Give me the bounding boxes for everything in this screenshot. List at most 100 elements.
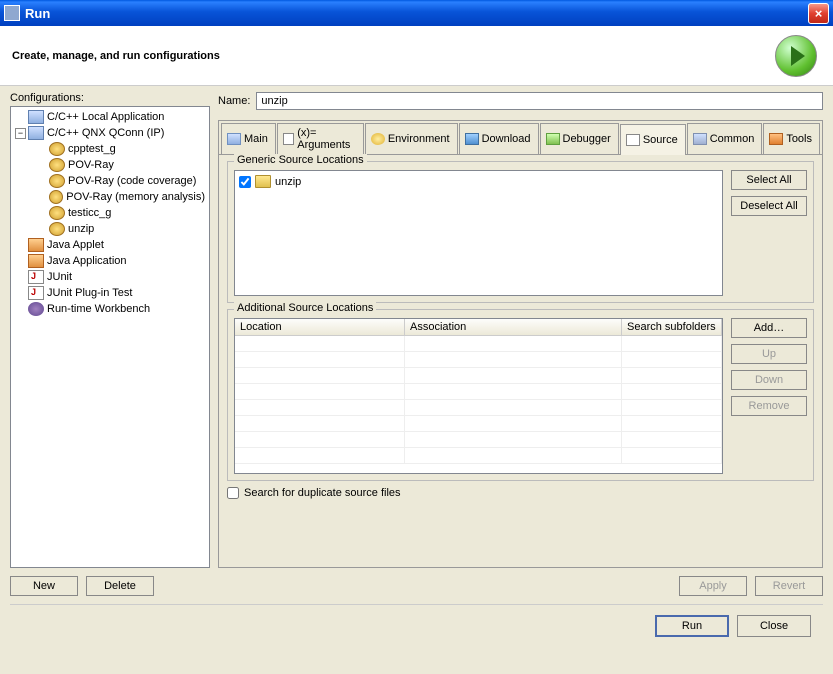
- tab--x-arguments[interactable]: (x)= Arguments: [277, 123, 364, 154]
- new-button[interactable]: New: [10, 576, 78, 596]
- tree-node-icon: [28, 302, 44, 316]
- tree-node-icon: [49, 142, 65, 156]
- tree-node-icon: [49, 158, 65, 172]
- tree-item-label: POV-Ray (code coverage): [68, 175, 196, 187]
- tab-label: (x)= Arguments: [297, 127, 356, 151]
- tree-item[interactable]: − C/C++ QNX QConn (IP): [13, 125, 207, 141]
- tab-download[interactable]: Download: [459, 123, 539, 154]
- tree-node-icon: [49, 190, 63, 204]
- run-hero-icon: [775, 35, 817, 77]
- configurations-label: Configurations:: [10, 92, 210, 104]
- tree-expander-icon[interactable]: −: [15, 128, 26, 139]
- run-button[interactable]: Run: [655, 615, 729, 637]
- tree-node-icon: [49, 206, 65, 220]
- source-checkbox[interactable]: [239, 176, 251, 188]
- add-button[interactable]: Add…: [731, 318, 807, 338]
- tree-node-icon: [28, 286, 44, 300]
- tab-icon: [769, 133, 783, 145]
- tab-icon: [283, 133, 294, 145]
- tree-item-label: testicc_g: [68, 207, 111, 219]
- tree-node-icon: [28, 238, 44, 252]
- remove-button[interactable]: Remove: [731, 396, 807, 416]
- up-button[interactable]: Up: [731, 344, 807, 364]
- tree-item[interactable]: Java Applet: [13, 237, 207, 253]
- tab-label: Main: [244, 133, 268, 145]
- tree-node-icon: [28, 126, 44, 140]
- header-text: Create, manage, and run configurations: [12, 50, 775, 62]
- table-row[interactable]: [235, 368, 722, 384]
- col-association[interactable]: Association: [405, 319, 622, 335]
- table-row[interactable]: [235, 400, 722, 416]
- title-bar: Run ×: [0, 0, 833, 26]
- select-all-button[interactable]: Select All: [731, 170, 807, 190]
- tree-item[interactable]: JUnit Plug-in Test: [13, 285, 207, 301]
- tree-item[interactable]: Java Application: [13, 253, 207, 269]
- tree-node-icon: [28, 254, 44, 268]
- tree-item-label: C/C++ QNX QConn (IP): [47, 127, 164, 139]
- tree-item[interactable]: POV-Ray (code coverage): [13, 173, 207, 189]
- tab-label: Debugger: [563, 133, 611, 145]
- col-location[interactable]: Location: [235, 319, 405, 335]
- source-item-label: unzip: [275, 176, 301, 188]
- tree-item[interactable]: testicc_g: [13, 205, 207, 221]
- tree-item[interactable]: Run-time Workbench: [13, 301, 207, 317]
- tree-item[interactable]: cpptest_g: [13, 141, 207, 157]
- duplicate-search-checkbox[interactable]: [227, 487, 239, 499]
- tree-item-label: POV-Ray: [68, 159, 114, 171]
- deselect-all-button[interactable]: Deselect All: [731, 196, 807, 216]
- name-input[interactable]: [256, 92, 823, 110]
- table-row[interactable]: [235, 352, 722, 368]
- tree-item-label: C/C++ Local Application: [47, 111, 164, 123]
- close-icon[interactable]: ×: [808, 3, 829, 24]
- tab-icon: [465, 133, 479, 145]
- dialog-header: Create, manage, and run configurations: [0, 26, 833, 86]
- tree-item-label: JUnit Plug-in Test: [47, 287, 132, 299]
- tree-item[interactable]: C/C++ Local Application: [13, 109, 207, 125]
- tree-item-label: JUnit: [47, 271, 72, 283]
- source-item[interactable]: unzip: [239, 175, 718, 188]
- generic-source-list[interactable]: unzip: [234, 170, 723, 296]
- tab-main[interactable]: Main: [221, 123, 276, 154]
- tab-debugger[interactable]: Debugger: [540, 123, 619, 154]
- tab-source[interactable]: Source: [620, 124, 686, 155]
- tab-label: Environment: [388, 133, 450, 145]
- tab-label: Source: [643, 134, 678, 146]
- tree-item[interactable]: POV-Ray (memory analysis): [13, 189, 207, 205]
- table-row[interactable]: [235, 448, 722, 464]
- tab-environment[interactable]: Environment: [365, 123, 458, 154]
- name-label: Name:: [218, 95, 250, 107]
- col-search-subfolders[interactable]: Search subfolders: [622, 319, 722, 335]
- tree-item-label: POV-Ray (memory analysis): [66, 191, 205, 203]
- generic-source-label: Generic Source Locations: [234, 154, 367, 166]
- duplicate-search-label: Search for duplicate source files: [244, 487, 401, 499]
- table-row[interactable]: [235, 336, 722, 352]
- tab-tools[interactable]: Tools: [763, 123, 820, 154]
- tree-item[interactable]: JUnit: [13, 269, 207, 285]
- down-button[interactable]: Down: [731, 370, 807, 390]
- delete-button[interactable]: Delete: [86, 576, 154, 596]
- window-title: Run: [25, 6, 808, 21]
- table-row[interactable]: [235, 384, 722, 400]
- table-row[interactable]: [235, 432, 722, 448]
- tree-node-icon: [49, 174, 65, 188]
- tab-strip: Main (x)= Arguments Environment Download Deb…: [219, 121, 822, 154]
- tree-item-label: cpptest_g: [68, 143, 116, 155]
- configurations-tree[interactable]: C/C++ Local Application − C/C++ QNX QConn …: [10, 106, 210, 568]
- tree-item[interactable]: unzip: [13, 221, 207, 237]
- tab-icon: [626, 134, 640, 146]
- tab-icon: [227, 133, 241, 145]
- additional-source-table[interactable]: Location Association Search subfolders: [234, 318, 723, 474]
- tab-common[interactable]: Common: [687, 123, 763, 154]
- tree-item-label: Java Applet: [47, 239, 104, 251]
- tab-label: Common: [710, 133, 755, 145]
- tab-icon: [371, 133, 385, 145]
- tree-node-icon: [49, 222, 65, 236]
- tree-item-label: Run-time Workbench: [47, 303, 150, 315]
- revert-button[interactable]: Revert: [755, 576, 823, 596]
- folder-icon: [255, 175, 271, 188]
- apply-button[interactable]: Apply: [679, 576, 747, 596]
- table-row[interactable]: [235, 416, 722, 432]
- close-button[interactable]: Close: [737, 615, 811, 637]
- additional-source-label: Additional Source Locations: [234, 302, 376, 314]
- tree-item[interactable]: POV-Ray: [13, 157, 207, 173]
